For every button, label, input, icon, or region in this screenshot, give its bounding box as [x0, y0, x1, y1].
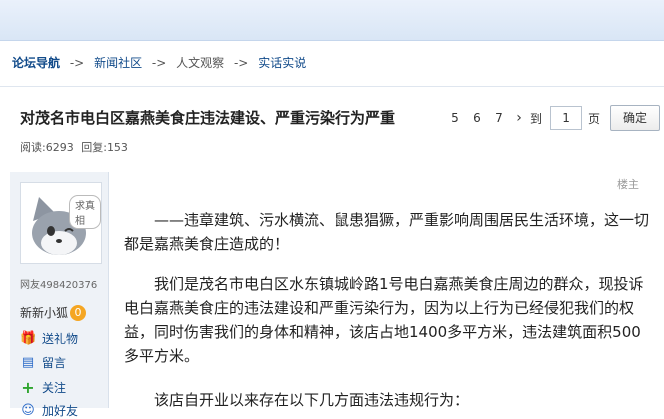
- breadcrumb-separator: ->: [69, 56, 85, 70]
- send-gift-action[interactable]: 🎁 送礼物: [20, 330, 78, 347]
- page-unit-label: 页: [588, 111, 601, 126]
- post-paragraph: ——违章建筑、污水横流、鼠患猖獗，严重影响周围居民生活环境，这一切都是嘉燕美食庄…: [124, 208, 652, 256]
- page-link-5[interactable]: 5: [444, 111, 466, 125]
- page-number-input[interactable]: 1: [550, 106, 583, 130]
- post-paragraph-2: 我们是茂名市电白区水东镇城岭路1号电白嘉燕美食庄周边的群众，现投诉电白嘉燕美食庄…: [124, 275, 644, 365]
- read-count: 6293: [45, 141, 74, 154]
- confirm-page-button[interactable]: 确定: [610, 105, 661, 131]
- post-paragraph-3: 该店自开业以来存在以下几方面违法违规行为：: [154, 391, 470, 409]
- pagination: 5 6 7 › 到 1 页 确定: [444, 105, 661, 131]
- thread-title: 对茂名市电白区嘉燕美食庄违法建设、严重污染行为严重: [20, 109, 396, 127]
- follow-action[interactable]: + 关注: [20, 378, 66, 397]
- top-header-bar: [0, 0, 664, 41]
- add-friend-action[interactable]: ☺ 加好友: [20, 402, 78, 419]
- breadcrumb-humanities[interactable]: 人文观察: [176, 56, 224, 70]
- plus-icon: +: [21, 378, 35, 397]
- add-friend-icon: ☺: [21, 403, 35, 418]
- level-title: 新新小狐: [20, 306, 69, 320]
- post-paragraph: 该店自开业以来存在以下几方面违法违规行为：: [124, 388, 652, 412]
- message-label: 留言: [42, 356, 67, 370]
- level-badge: 0: [70, 304, 87, 321]
- add-friend-label: 加好友: [42, 404, 79, 418]
- breadcrumb-home[interactable]: 论坛导航: [12, 56, 60, 70]
- page-link-6[interactable]: 6: [466, 111, 488, 125]
- message-action[interactable]: ▤ 留言: [20, 354, 66, 371]
- breadcrumb: 论坛导航 -> 新闻社区 -> 人文观察 -> 实话实说: [12, 54, 306, 71]
- breadcrumb-news-community[interactable]: 新闻社区: [94, 56, 142, 70]
- page-link-7[interactable]: 7: [488, 111, 510, 125]
- reply-count-label: 回复:: [81, 141, 107, 154]
- breadcrumb-separator: ->: [151, 56, 167, 70]
- next-page-icon[interactable]: ›: [510, 110, 528, 126]
- send-gift-label: 送礼物: [42, 332, 79, 346]
- reply-count: 153: [106, 141, 128, 154]
- breadcrumb-separator: ->: [233, 56, 249, 70]
- message-icon: ▤: [21, 355, 35, 370]
- follow-label: 关注: [42, 381, 67, 395]
- thread-stats: 阅读:6293 回复:153: [20, 139, 128, 155]
- author-panel: 求真相 网友498420376 新新小狐 0 🎁 送礼物 ▤ 留言 + 关注 ☺…: [10, 172, 109, 418]
- author-level: 新新小狐 0: [20, 304, 87, 321]
- author-name[interactable]: 网友498420376: [20, 276, 97, 291]
- avatar[interactable]: 求真相: [20, 182, 102, 264]
- gift-icon: 🎁: [20, 331, 37, 346]
- post-paragraph: 我们是茂名市电白区水东镇城岭路1号电白嘉燕美食庄周边的群众，现投诉电白嘉燕美食庄…: [124, 272, 652, 368]
- header-divider: [0, 86, 664, 87]
- status-tag: 求真相: [69, 195, 101, 229]
- read-count-label: 阅读:: [20, 141, 46, 154]
- breadcrumb-truth-talk[interactable]: 实话实说: [258, 56, 306, 70]
- post-paragraph-1: ——违章建筑、污水横流、鼠患猖獗，严重影响周围居民生活环境，这一切都是嘉燕美食庄…: [124, 211, 650, 253]
- goto-label: 到: [530, 111, 543, 126]
- floor-label: 楼主: [617, 178, 639, 191]
